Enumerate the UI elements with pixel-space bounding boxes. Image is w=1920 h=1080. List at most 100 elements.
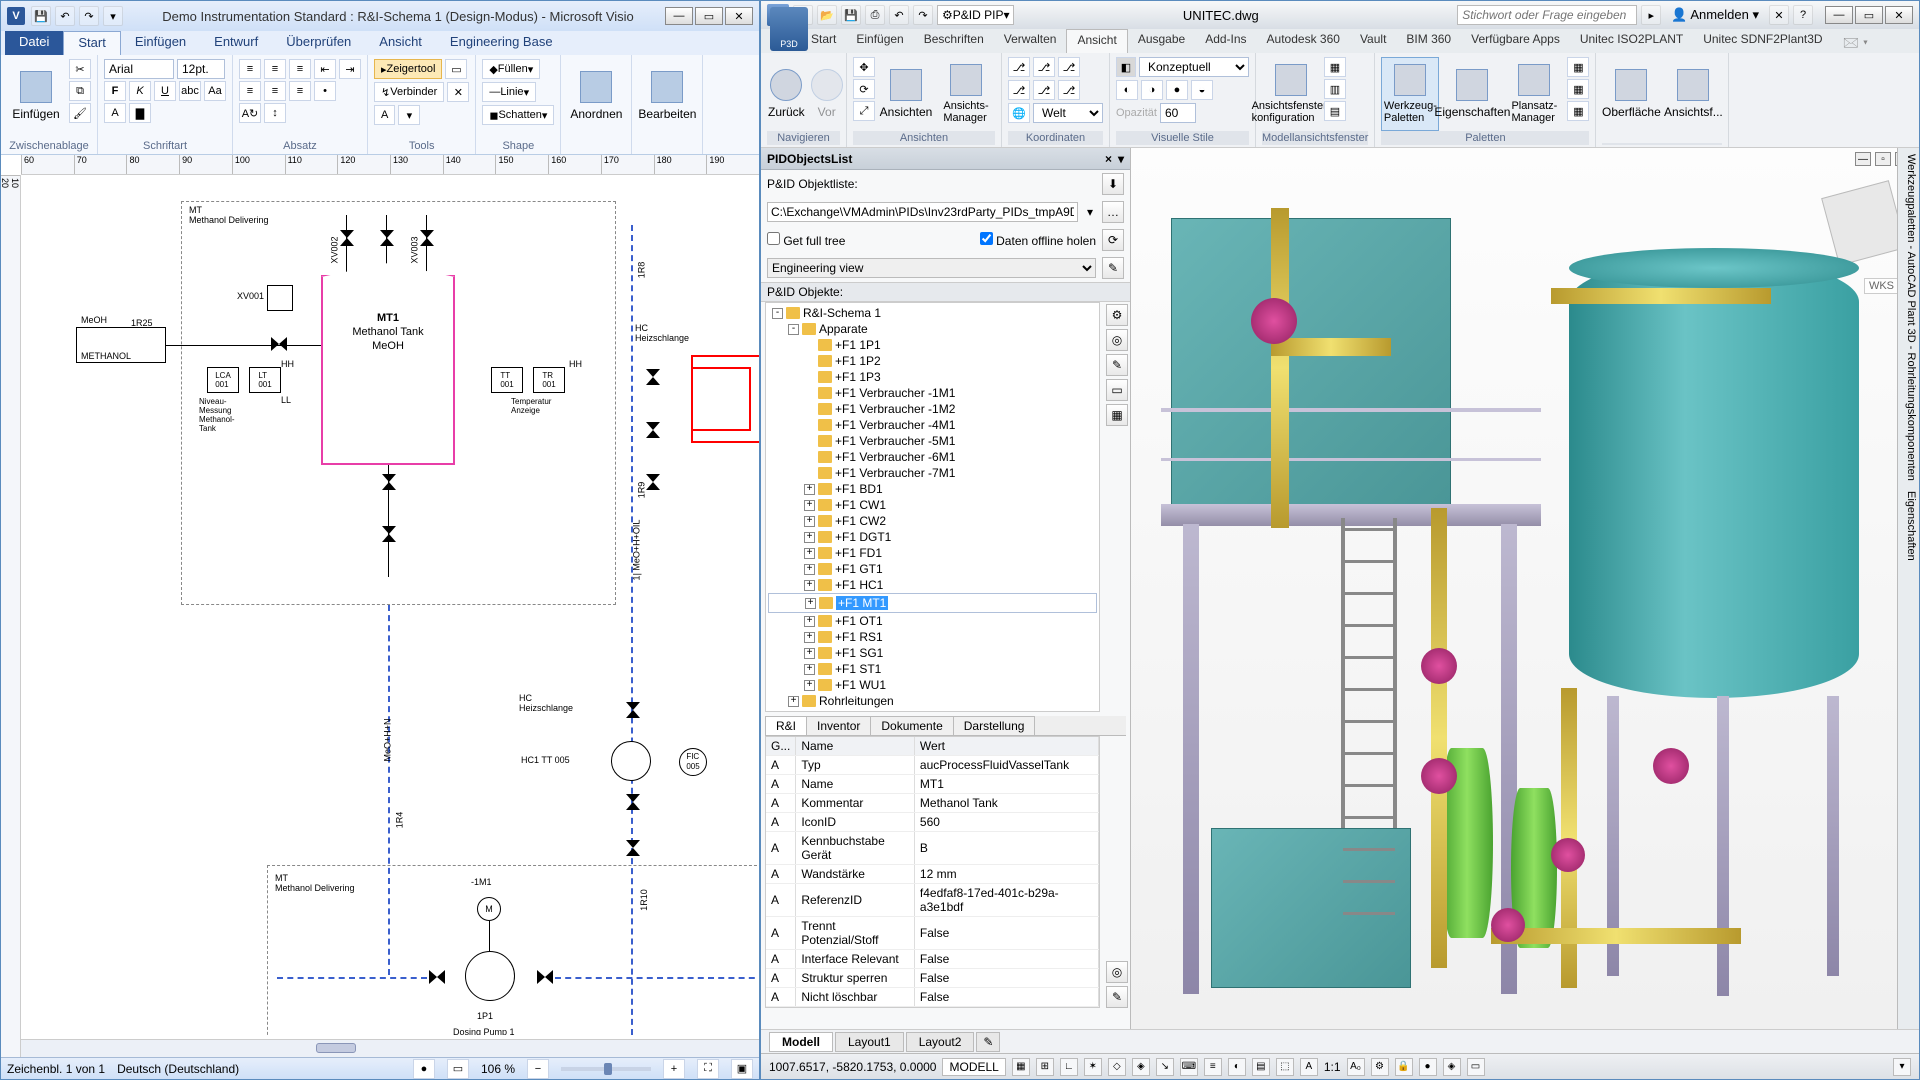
tab-add-icon[interactable]: ✎ (976, 1032, 1000, 1052)
plot-icon[interactable]: ⎙ (865, 5, 885, 25)
rect-tool-icon[interactable]: ▭ (445, 59, 467, 79)
table-row[interactable]: AKommentarMethanol Tank (766, 794, 1099, 813)
tab-ansicht[interactable]: Ansicht (365, 31, 436, 55)
collapse-icon[interactable]: - (772, 308, 783, 319)
atab-ansicht[interactable]: Ansicht (1066, 29, 1127, 53)
valve3d-2[interactable] (1421, 648, 1457, 684)
pid-download-icon[interactable]: ⬇ (1102, 173, 1124, 195)
pid-refresh-icon[interactable]: ⟳ (1102, 229, 1124, 251)
atab-beschriften[interactable]: Beschriften (914, 29, 994, 53)
tab-modell[interactable]: Modell (769, 1032, 833, 1052)
valve3d-5[interactable] (1491, 908, 1525, 942)
tree-item[interactable]: ++F1 CW2 (768, 513, 1097, 529)
table-row[interactable]: ANicht löschbarFalse (766, 988, 1099, 1007)
opacity-field[interactable] (1160, 103, 1196, 123)
viewports2-button[interactable]: Ansichtsf... (1664, 57, 1722, 131)
pid-panel-header[interactable]: PIDObjectsList×▾ (761, 148, 1130, 170)
table-row[interactable]: AIconID560 (766, 813, 1099, 832)
search-go-icon[interactable]: ▸ (1641, 5, 1661, 25)
bullets-icon[interactable]: • (314, 81, 336, 101)
tab-engineering-base[interactable]: Engineering Base (436, 31, 567, 55)
font-name-select[interactable] (104, 59, 174, 79)
tree-tool-5-icon[interactable]: ▦ (1106, 404, 1128, 426)
atab-vault[interactable]: Vault (1350, 29, 1396, 53)
align-tc-icon[interactable]: ≡ (264, 59, 286, 79)
rotate-text-icon[interactable]: A↻ (239, 103, 261, 123)
font-color-icon[interactable]: A (104, 103, 126, 123)
visio-titlebar[interactable]: V 💾 ↶ ↷ ▾ Demo Instrumentation Standard … (1, 1, 759, 31)
copy-icon[interactable]: ⧉ (69, 81, 91, 101)
properties-button[interactable]: Eigenschaften (1443, 57, 1501, 131)
st-lock-icon[interactable]: 🔒 (1395, 1058, 1413, 1076)
ptab-inventor[interactable]: Inventor (806, 716, 871, 735)
pid-tree[interactable]: -R&I-Schema 1-Apparate+F1 1P1+F1 1P2+F1 … (765, 302, 1100, 712)
pipe-1[interactable] (1271, 208, 1289, 528)
wks-badge[interactable]: WKS (1864, 278, 1899, 294)
expand-icon[interactable]: + (804, 648, 815, 659)
pid-browse-icon[interactable]: … (1102, 201, 1124, 223)
tree-tool-1-icon[interactable]: ⚙ (1106, 304, 1128, 326)
hc2-valve-3[interactable] (626, 840, 640, 856)
underline-icon[interactable]: U (154, 81, 176, 101)
st-grid-icon[interactable]: ▦ (1012, 1058, 1030, 1076)
views-manager-button[interactable]: Ansichts- Manager (937, 57, 995, 131)
ptab-docs[interactable]: Dokumente (870, 716, 953, 735)
sheetset-button[interactable]: Plansatz- Manager (1505, 57, 1563, 131)
vp2-icon[interactable]: ▥ (1324, 79, 1346, 99)
zoom-out-icon[interactable]: − (527, 1059, 549, 1079)
tree-item[interactable]: +F1 Verbraucher -4M1 (768, 417, 1097, 433)
atab-bim360[interactable]: BIM 360 (1396, 29, 1461, 53)
acad-close-button[interactable]: ✕ (1885, 6, 1913, 24)
prop-tool-2-icon[interactable]: ✎ (1106, 986, 1128, 1008)
page-width-icon[interactable]: ▭ (447, 1059, 469, 1079)
st-otrack-icon[interactable]: ↘ (1156, 1058, 1174, 1076)
valve-top-2[interactable] (380, 230, 394, 246)
table-row[interactable]: AWandstärke12 mm (766, 865, 1099, 884)
indent-inc-icon[interactable]: ⇥ (339, 59, 361, 79)
tree-item[interactable]: ++F1 SG1 (768, 645, 1097, 661)
text-tool[interactable]: A (374, 105, 395, 125)
atab-ausgabe[interactable]: Ausgabe (1128, 29, 1195, 53)
st-snap-icon[interactable]: ⊞ (1036, 1058, 1054, 1076)
pump-1p1[interactable] (465, 951, 515, 1001)
format-painter-icon[interactable]: 🖌 (69, 103, 91, 123)
tree-item[interactable]: +F1 1P3 (768, 369, 1097, 385)
italic-icon[interactable]: K (129, 81, 151, 101)
interface-button[interactable]: Oberfläche (1602, 57, 1660, 131)
views-button[interactable]: Ansichten (877, 57, 935, 131)
qat-more-icon[interactable]: ▾ (103, 6, 123, 26)
st-sc-icon[interactable]: ⬚ (1276, 1058, 1294, 1076)
tree-item[interactable]: +F1 Verbraucher -7M1 (768, 465, 1097, 481)
undo-icon[interactable]: ↶ (889, 5, 909, 25)
tree-item[interactable]: ++F1 FD1 (768, 545, 1097, 561)
strike-icon[interactable]: abc (179, 81, 201, 101)
expand-icon[interactable]: + (804, 680, 815, 691)
st-hw-icon[interactable]: ● (1419, 1058, 1437, 1076)
fullscreen-icon[interactable]: ▣ (731, 1059, 753, 1079)
prop-tool-1-icon[interactable]: ◎ (1106, 961, 1128, 983)
world-icon[interactable]: 🌐 (1008, 103, 1030, 123)
table-row[interactable]: AReferenzIDf4edfaf8-17ed-401c-b29a-a3e1b… (766, 884, 1099, 917)
tree-tool-3-icon[interactable]: ✎ (1106, 354, 1128, 376)
table-row[interactable]: AStruktur sperrenFalse (766, 969, 1099, 988)
property-grid[interactable]: G...NameWertATypaucProcessFluidVasselTan… (765, 736, 1100, 1008)
equipment-box[interactable] (1211, 828, 1411, 988)
tab-datei[interactable]: Datei (5, 31, 63, 55)
st-anno-icon[interactable]: A (1300, 1058, 1318, 1076)
pipe-3[interactable] (1431, 508, 1447, 968)
atab-einfuegen[interactable]: Einfügen (846, 29, 913, 53)
workspace-dropdown[interactable]: ⚙ P&ID PIP ▾ (937, 5, 1014, 25)
vs4-icon[interactable]: ◒ (1191, 80, 1213, 100)
help-search[interactable] (1457, 5, 1637, 25)
signin-label[interactable]: Anmelden (1690, 7, 1749, 22)
align-tl-icon[interactable]: ≡ (239, 59, 261, 79)
macro-rec-icon[interactable]: ● (413, 1059, 435, 1079)
st-transparency-icon[interactable]: ◐ (1228, 1058, 1246, 1076)
atab-plug-icon[interactable]: 🖂 ▾ (1833, 29, 1878, 53)
acad-max-button[interactable]: ▭ (1855, 6, 1883, 24)
st-iso-icon[interactable]: ◈ (1443, 1058, 1461, 1076)
visual-style-select[interactable]: Konzeptuell (1139, 57, 1249, 77)
pump-valve-out[interactable] (537, 970, 553, 984)
table-row[interactable]: ATypaucProcessFluidVasselTank (766, 756, 1099, 775)
expand-icon[interactable]: + (804, 632, 815, 643)
